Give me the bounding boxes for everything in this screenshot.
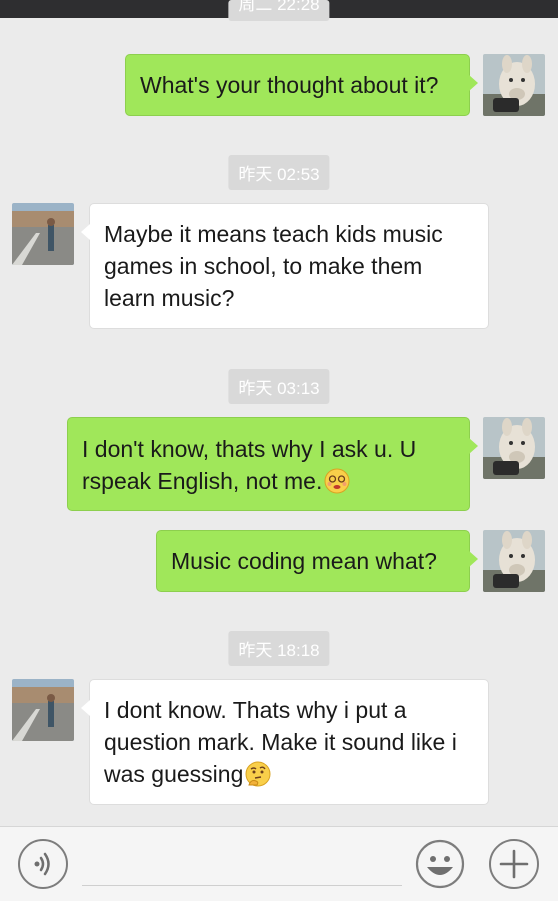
my-avatar[interactable] — [483, 530, 545, 592]
street-photo — [12, 679, 74, 741]
emoji-button[interactable] — [415, 839, 465, 889]
voice-icon — [34, 852, 50, 876]
message-text: I dont know. Thats why i put a question … — [104, 697, 457, 787]
incoming-message-bubble[interactable]: I dont know. Thats why i put a question … — [81, 679, 489, 805]
timestamp-divider: 昨天 18:18 — [228, 631, 330, 666]
contact-avatar[interactable] — [12, 203, 74, 265]
street-photo — [12, 203, 74, 265]
outgoing-message-bubble[interactable]: Music coding mean what? — [156, 530, 478, 592]
thinking-face-emoji — [245, 761, 271, 787]
llama-photo — [483, 417, 545, 479]
my-avatar[interactable] — [483, 54, 545, 116]
message-text: Maybe it means teach kids music games in… — [104, 221, 443, 311]
timestamp-top: 周二 22:28 — [228, 0, 330, 21]
my-avatar[interactable] — [483, 417, 545, 479]
llama-photo — [483, 54, 545, 116]
voice-button[interactable] — [18, 839, 68, 889]
dizzy-face-emoji — [324, 468, 350, 494]
message-text: Music coding mean what? — [171, 548, 437, 574]
message-text: What's your thought about it? — [140, 72, 439, 98]
contact-avatar[interactable] — [12, 679, 74, 741]
more-button[interactable] — [489, 839, 539, 889]
timestamp-divider: 昨天 03:13 — [228, 369, 330, 404]
timestamp-divider: 昨天 02:53 — [228, 155, 330, 190]
outgoing-message-bubble[interactable]: What's your thought about it? — [125, 54, 478, 116]
message-text: I don't know, thats why I ask u. U rspea… — [82, 436, 417, 494]
outgoing-message-bubble[interactable]: I don't know, thats why I ask u. U rspea… — [67, 417, 478, 511]
plus-icon — [499, 849, 529, 879]
incoming-message-bubble[interactable]: Maybe it means teach kids music games in… — [81, 203, 489, 329]
smiley-icon — [415, 839, 465, 889]
chat-input-bar — [0, 826, 558, 901]
message-input[interactable] — [82, 885, 402, 886]
llama-photo — [483, 530, 545, 592]
